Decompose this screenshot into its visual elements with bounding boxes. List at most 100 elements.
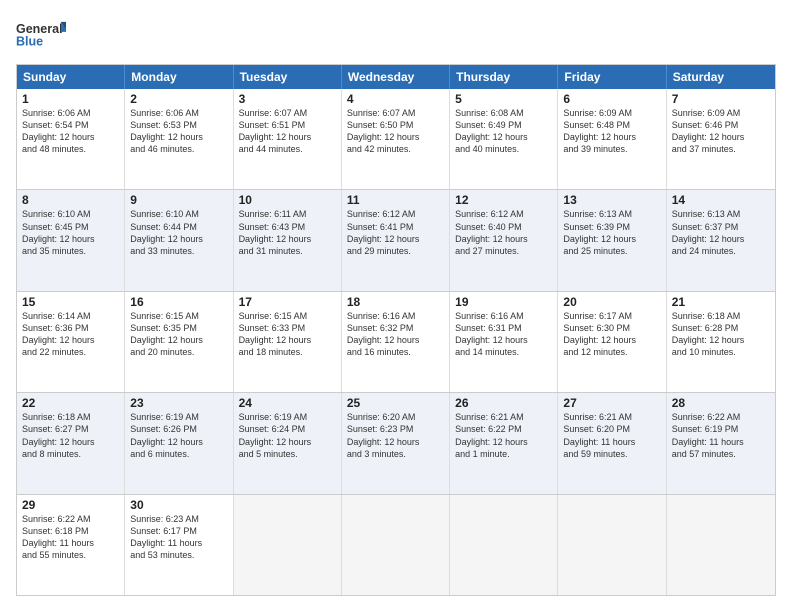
day-info: Sunrise: 6:13 AMSunset: 6:37 PMDaylight:… <box>672 208 770 257</box>
day-info: Sunrise: 6:21 AMSunset: 6:20 PMDaylight:… <box>563 411 660 460</box>
calendar-cell: 12Sunrise: 6:12 AMSunset: 6:40 PMDayligh… <box>450 190 558 290</box>
calendar-cell: 9Sunrise: 6:10 AMSunset: 6:44 PMDaylight… <box>125 190 233 290</box>
day-info: Sunrise: 6:19 AMSunset: 6:26 PMDaylight:… <box>130 411 227 460</box>
calendar-cell: 24Sunrise: 6:19 AMSunset: 6:24 PMDayligh… <box>234 393 342 493</box>
day-number: 21 <box>672 295 770 309</box>
calendar-cell: 25Sunrise: 6:20 AMSunset: 6:23 PMDayligh… <box>342 393 450 493</box>
day-info: Sunrise: 6:12 AMSunset: 6:41 PMDaylight:… <box>347 208 444 257</box>
day-info: Sunrise: 6:21 AMSunset: 6:22 PMDaylight:… <box>455 411 552 460</box>
calendar-cell: 21Sunrise: 6:18 AMSunset: 6:28 PMDayligh… <box>667 292 775 392</box>
day-number: 13 <box>563 193 660 207</box>
day-number: 12 <box>455 193 552 207</box>
weekday-header: Saturday <box>667 65 775 89</box>
calendar-cell: 4Sunrise: 6:07 AMSunset: 6:50 PMDaylight… <box>342 89 450 189</box>
calendar-cell <box>342 495 450 595</box>
day-number: 28 <box>672 396 770 410</box>
day-info: Sunrise: 6:19 AMSunset: 6:24 PMDaylight:… <box>239 411 336 460</box>
calendar-cell: 20Sunrise: 6:17 AMSunset: 6:30 PMDayligh… <box>558 292 666 392</box>
day-info: Sunrise: 6:17 AMSunset: 6:30 PMDaylight:… <box>563 310 660 359</box>
day-number: 14 <box>672 193 770 207</box>
day-number: 5 <box>455 92 552 106</box>
day-info: Sunrise: 6:09 AMSunset: 6:48 PMDaylight:… <box>563 107 660 156</box>
calendar-cell: 18Sunrise: 6:16 AMSunset: 6:32 PMDayligh… <box>342 292 450 392</box>
calendar-cell: 14Sunrise: 6:13 AMSunset: 6:37 PMDayligh… <box>667 190 775 290</box>
day-info: Sunrise: 6:12 AMSunset: 6:40 PMDaylight:… <box>455 208 552 257</box>
day-number: 29 <box>22 498 119 512</box>
day-number: 22 <box>22 396 119 410</box>
day-info: Sunrise: 6:07 AMSunset: 6:51 PMDaylight:… <box>239 107 336 156</box>
day-number: 17 <box>239 295 336 309</box>
calendar-cell: 2Sunrise: 6:06 AMSunset: 6:53 PMDaylight… <box>125 89 233 189</box>
day-number: 8 <box>22 193 119 207</box>
calendar-cell: 11Sunrise: 6:12 AMSunset: 6:41 PMDayligh… <box>342 190 450 290</box>
calendar-cell: 6Sunrise: 6:09 AMSunset: 6:48 PMDaylight… <box>558 89 666 189</box>
calendar-cell <box>558 495 666 595</box>
day-number: 25 <box>347 396 444 410</box>
calendar-cell: 13Sunrise: 6:13 AMSunset: 6:39 PMDayligh… <box>558 190 666 290</box>
calendar-cell: 8Sunrise: 6:10 AMSunset: 6:45 PMDaylight… <box>17 190 125 290</box>
weekday-header: Friday <box>558 65 666 89</box>
weekday-header: Wednesday <box>342 65 450 89</box>
calendar-cell: 19Sunrise: 6:16 AMSunset: 6:31 PMDayligh… <box>450 292 558 392</box>
day-number: 16 <box>130 295 227 309</box>
calendar-cell: 7Sunrise: 6:09 AMSunset: 6:46 PMDaylight… <box>667 89 775 189</box>
day-info: Sunrise: 6:15 AMSunset: 6:33 PMDaylight:… <box>239 310 336 359</box>
day-info: Sunrise: 6:20 AMSunset: 6:23 PMDaylight:… <box>347 411 444 460</box>
calendar-cell: 22Sunrise: 6:18 AMSunset: 6:27 PMDayligh… <box>17 393 125 493</box>
day-info: Sunrise: 6:11 AMSunset: 6:43 PMDaylight:… <box>239 208 336 257</box>
day-info: Sunrise: 6:10 AMSunset: 6:44 PMDaylight:… <box>130 208 227 257</box>
day-number: 23 <box>130 396 227 410</box>
day-number: 2 <box>130 92 227 106</box>
calendar-cell: 16Sunrise: 6:15 AMSunset: 6:35 PMDayligh… <box>125 292 233 392</box>
calendar-row: 29Sunrise: 6:22 AMSunset: 6:18 PMDayligh… <box>17 494 775 595</box>
day-info: Sunrise: 6:18 AMSunset: 6:28 PMDaylight:… <box>672 310 770 359</box>
calendar-cell: 23Sunrise: 6:19 AMSunset: 6:26 PMDayligh… <box>125 393 233 493</box>
calendar-header: SundayMondayTuesdayWednesdayThursdayFrid… <box>17 65 775 89</box>
calendar-cell: 10Sunrise: 6:11 AMSunset: 6:43 PMDayligh… <box>234 190 342 290</box>
day-number: 30 <box>130 498 227 512</box>
day-number: 7 <box>672 92 770 106</box>
calendar-row: 22Sunrise: 6:18 AMSunset: 6:27 PMDayligh… <box>17 392 775 493</box>
day-info: Sunrise: 6:10 AMSunset: 6:45 PMDaylight:… <box>22 208 119 257</box>
calendar-cell <box>450 495 558 595</box>
day-number: 20 <box>563 295 660 309</box>
calendar-cell: 28Sunrise: 6:22 AMSunset: 6:19 PMDayligh… <box>667 393 775 493</box>
day-number: 9 <box>130 193 227 207</box>
calendar-cell: 29Sunrise: 6:22 AMSunset: 6:18 PMDayligh… <box>17 495 125 595</box>
calendar-row: 1Sunrise: 6:06 AMSunset: 6:54 PMDaylight… <box>17 89 775 189</box>
weekday-header: Sunday <box>17 65 125 89</box>
calendar-cell: 27Sunrise: 6:21 AMSunset: 6:20 PMDayligh… <box>558 393 666 493</box>
calendar-cell: 30Sunrise: 6:23 AMSunset: 6:17 PMDayligh… <box>125 495 233 595</box>
logo-svg: General Blue <box>16 16 66 54</box>
calendar-cell: 15Sunrise: 6:14 AMSunset: 6:36 PMDayligh… <box>17 292 125 392</box>
day-info: Sunrise: 6:16 AMSunset: 6:32 PMDaylight:… <box>347 310 444 359</box>
page-header: General Blue <box>16 16 776 54</box>
day-info: Sunrise: 6:06 AMSunset: 6:53 PMDaylight:… <box>130 107 227 156</box>
day-info: Sunrise: 6:14 AMSunset: 6:36 PMDaylight:… <box>22 310 119 359</box>
calendar-cell: 3Sunrise: 6:07 AMSunset: 6:51 PMDaylight… <box>234 89 342 189</box>
day-number: 3 <box>239 92 336 106</box>
day-number: 10 <box>239 193 336 207</box>
calendar-cell: 5Sunrise: 6:08 AMSunset: 6:49 PMDaylight… <box>450 89 558 189</box>
calendar-cell <box>234 495 342 595</box>
calendar-body: 1Sunrise: 6:06 AMSunset: 6:54 PMDaylight… <box>17 89 775 595</box>
calendar-cell: 17Sunrise: 6:15 AMSunset: 6:33 PMDayligh… <box>234 292 342 392</box>
day-info: Sunrise: 6:07 AMSunset: 6:50 PMDaylight:… <box>347 107 444 156</box>
calendar-cell: 1Sunrise: 6:06 AMSunset: 6:54 PMDaylight… <box>17 89 125 189</box>
day-info: Sunrise: 6:08 AMSunset: 6:49 PMDaylight:… <box>455 107 552 156</box>
logo: General Blue <box>16 16 66 54</box>
day-info: Sunrise: 6:09 AMSunset: 6:46 PMDaylight:… <box>672 107 770 156</box>
day-info: Sunrise: 6:16 AMSunset: 6:31 PMDaylight:… <box>455 310 552 359</box>
day-info: Sunrise: 6:22 AMSunset: 6:18 PMDaylight:… <box>22 513 119 562</box>
weekday-header: Monday <box>125 65 233 89</box>
day-info: Sunrise: 6:22 AMSunset: 6:19 PMDaylight:… <box>672 411 770 460</box>
day-number: 4 <box>347 92 444 106</box>
day-number: 26 <box>455 396 552 410</box>
day-info: Sunrise: 6:06 AMSunset: 6:54 PMDaylight:… <box>22 107 119 156</box>
day-info: Sunrise: 6:15 AMSunset: 6:35 PMDaylight:… <box>130 310 227 359</box>
day-info: Sunrise: 6:23 AMSunset: 6:17 PMDaylight:… <box>130 513 227 562</box>
calendar-cell: 26Sunrise: 6:21 AMSunset: 6:22 PMDayligh… <box>450 393 558 493</box>
day-number: 1 <box>22 92 119 106</box>
day-info: Sunrise: 6:18 AMSunset: 6:27 PMDaylight:… <box>22 411 119 460</box>
day-number: 15 <box>22 295 119 309</box>
